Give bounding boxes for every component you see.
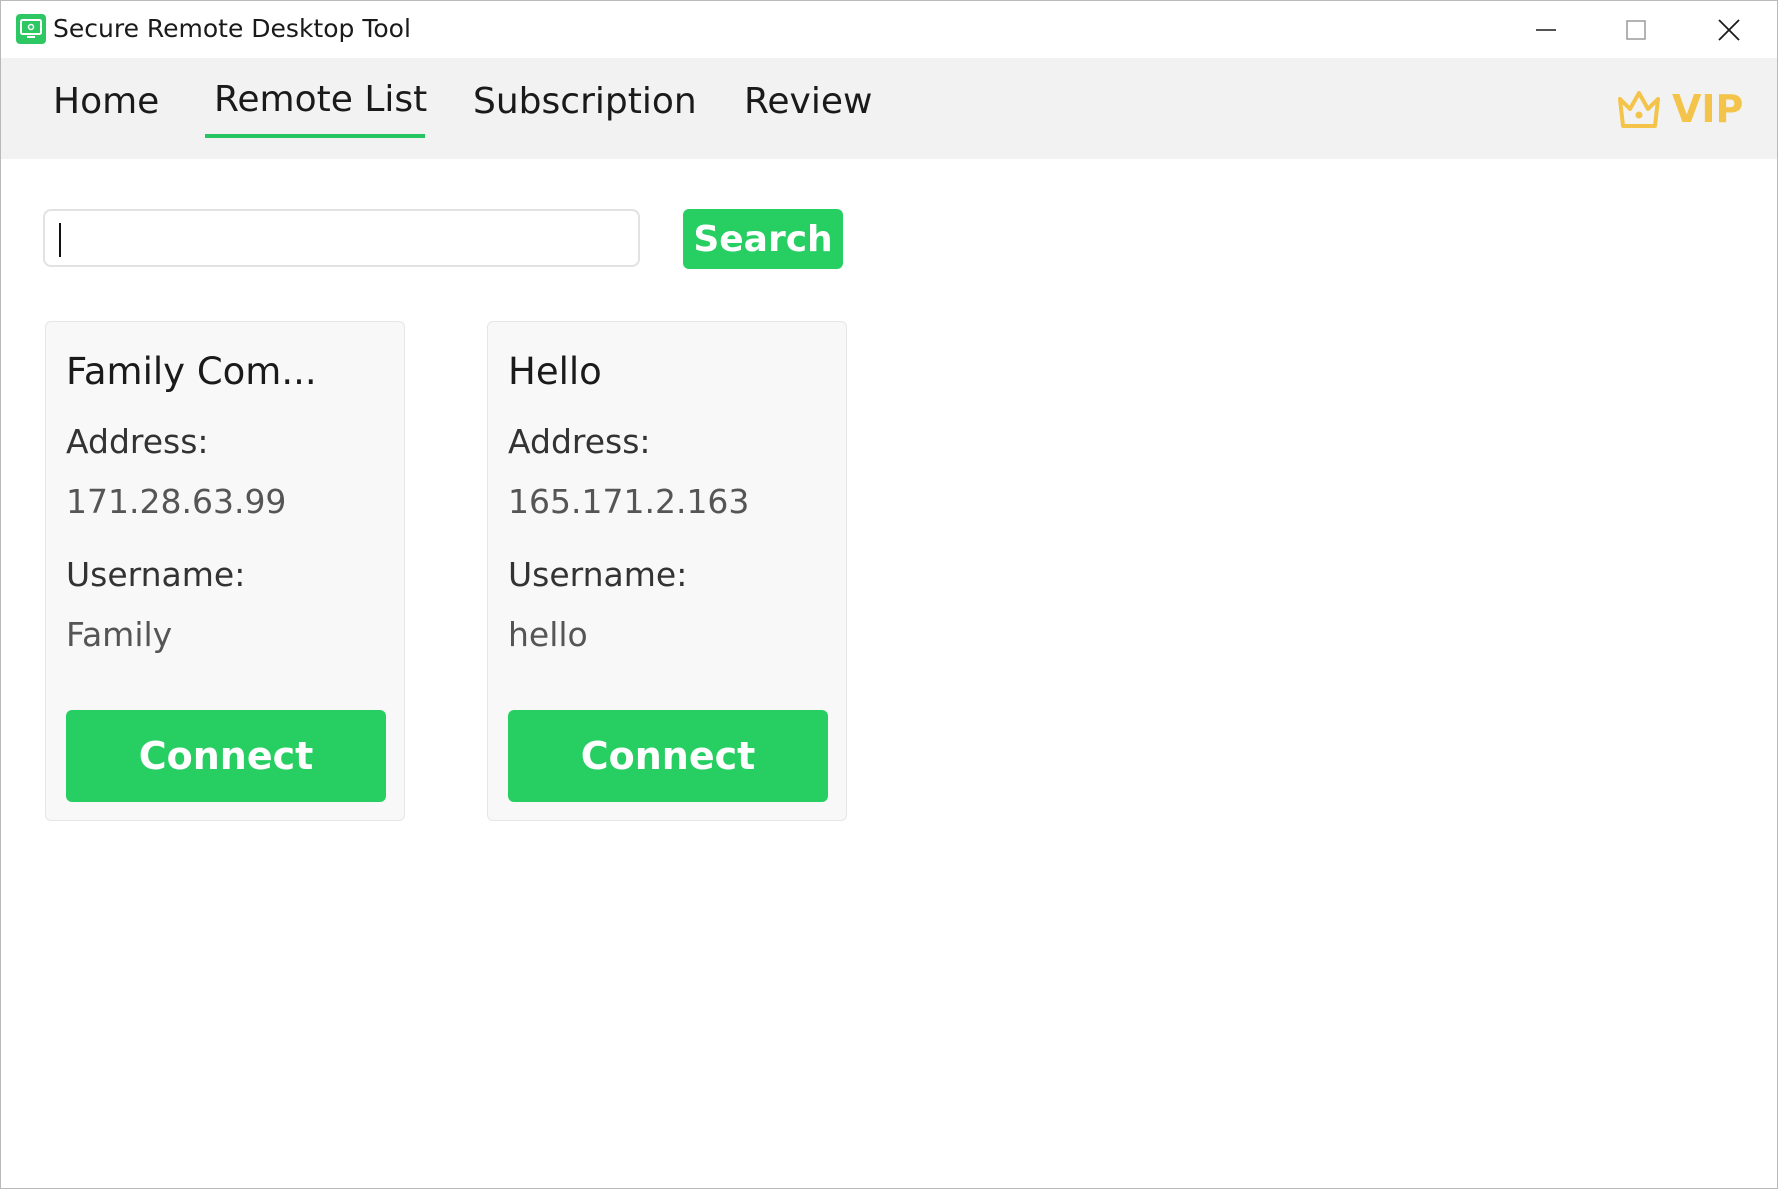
close-button[interactable] [1684,1,1774,58]
search-input[interactable] [43,209,640,267]
connect-button[interactable]: Connect [66,710,386,802]
device-name: Hello [508,350,602,393]
tab-subscription[interactable]: Subscription [473,78,697,138]
main-nav: Home Remote List Subscription Review VIP [1,58,1777,159]
device-card: Hello Address: 165.171.2.163 Username: h… [487,321,847,821]
active-tab-indicator [205,134,425,138]
address-label: Address: [508,422,651,461]
tab-home[interactable]: Home [53,78,159,138]
vip-label: VIP [1672,87,1744,131]
username-label: Username: [508,555,688,594]
username-value: hello [508,615,588,654]
tab-review[interactable]: Review [744,78,872,138]
monitor-app-icon [16,14,46,44]
username-label: Username: [66,555,246,594]
search-button[interactable]: Search [683,209,843,269]
text-cursor [59,223,61,257]
username-value: Family [66,615,173,654]
device-card: Family Com... Address: 171.28.63.99 User… [45,321,405,821]
tab-remote-list[interactable]: Remote List [214,76,427,136]
window-title: Secure Remote Desktop Tool [53,14,411,43]
address-label: Address: [66,422,209,461]
address-value: 171.28.63.99 [66,482,287,521]
maximize-button[interactable] [1591,1,1681,58]
minimize-icon [1536,28,1556,31]
connect-button[interactable]: Connect [508,710,828,802]
maximize-icon [1626,19,1646,40]
device-name: Family Com... [66,350,317,393]
minimize-button[interactable] [1501,1,1591,58]
vip-button[interactable]: VIP [1616,84,1743,134]
crown-icon [1618,91,1660,128]
title-bar[interactable]: Secure Remote Desktop Tool [1,1,1777,58]
app-window: Secure Remote Desktop Tool Home Remote L… [0,0,1778,1189]
address-value: 165.171.2.163 [508,482,750,521]
close-icon [1718,18,1740,41]
